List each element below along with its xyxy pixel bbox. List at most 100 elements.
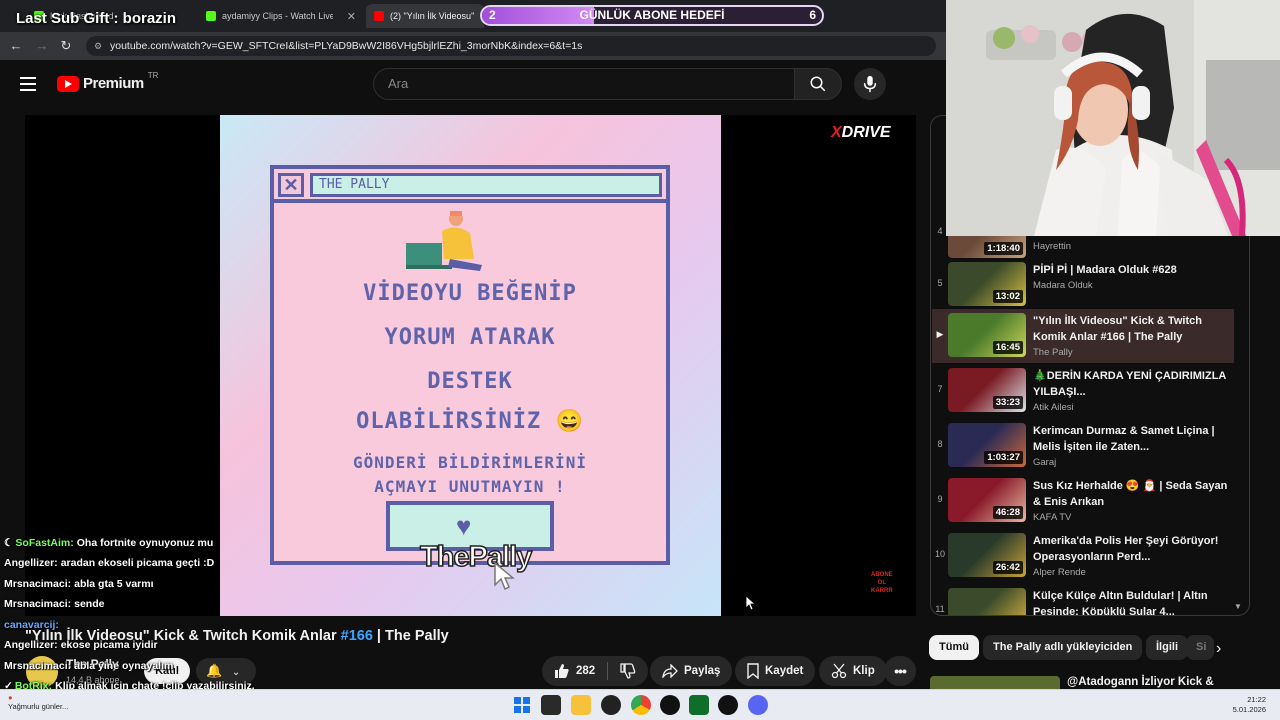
video-line: OLABİLİRSİNİZ 😄 xyxy=(356,409,584,434)
tab-label: aydamiyy Clips - Watch Live on Kick xyxy=(222,11,333,21)
chat-badge-icon: ☾ xyxy=(4,537,14,549)
like-button[interactable]: 282 xyxy=(542,656,649,686)
app-icon[interactable] xyxy=(660,695,680,715)
playlist-item-title[interactable]: Kerimcan Durmaz & Samet Liçina | Melis İ… xyxy=(1033,423,1228,455)
url-field[interactable]: ⚙ youtube.com/watch?v=GEW_SFTCreI&list=P… xyxy=(86,36,936,56)
reload-icon[interactable]: ↻ xyxy=(58,38,74,54)
video-thumbnail[interactable]: 16:45 xyxy=(948,313,1026,357)
address-bar-row: ← → ↻ ⚙ youtube.com/watch?v=GEW_SFTCreI&… xyxy=(0,32,946,60)
playlist-item-channel[interactable]: Madara Olduk xyxy=(1033,280,1093,291)
youtube-logo[interactable]: Premium TR xyxy=(57,71,158,92)
chat-username[interactable]: Mrsnacimaci: xyxy=(4,598,71,610)
scroll-down-icon[interactable]: ▼ xyxy=(1234,602,1242,611)
playlist-item-channel[interactable]: The Pally xyxy=(1033,347,1073,358)
chevron-right-icon[interactable]: › xyxy=(1216,640,1221,658)
playlist-item-title[interactable]: Amerika'da Polis Her Şeyi Görüyor! Opera… xyxy=(1033,533,1228,565)
duration-badge: 16:45 xyxy=(992,341,1023,354)
obs-icon[interactable] xyxy=(601,695,621,715)
video-hashtag[interactable]: #166 xyxy=(341,628,373,644)
chip-from-uploader[interactable]: The Pally adlı yükleyiciden xyxy=(983,635,1143,660)
url-text: youtube.com/watch?v=GEW_SFTCreI&list=PLY… xyxy=(110,40,583,52)
video-thumbnail[interactable]: 46:28 xyxy=(948,478,1026,522)
video-line: AÇMAYI UNUTMAYIN ! xyxy=(374,477,566,496)
playlist-item[interactable]: 10 26:42 Amerika'da Polis Her Şeyi Görüyor… xyxy=(932,529,1234,583)
chip-related[interactable]: İlgili xyxy=(1146,635,1188,660)
clip-button[interactable]: Klip xyxy=(819,656,887,686)
playlist-item[interactable]: ▶ 16:45 "Yılın İlk Videosu" Kick & Twitch … xyxy=(932,309,1234,363)
playlist-item-title[interactable]: "Yılın İlk Videosu" Kick & Twitch Komik … xyxy=(1033,313,1228,345)
scissors-icon xyxy=(831,663,847,679)
next-video-title[interactable]: @Atadogann İzliyor Kick & xyxy=(1067,676,1214,688)
chip-partial[interactable]: Si xyxy=(1186,635,1214,660)
tab-kick-clips[interactable]: aydamiyy Clips - Watch Live on Kick ✕ xyxy=(198,4,364,28)
last-sub-gift-overlay: Last Sub Gift : borazin xyxy=(16,10,176,27)
search-button[interactable] xyxy=(794,68,842,100)
playlist-item[interactable]: 5 13:02 PİPİ Pİ | Madara Olduk #628 Madara … xyxy=(932,258,1234,312)
thumbs-down-icon[interactable] xyxy=(620,663,636,679)
search-input[interactable]: Ara xyxy=(373,68,795,100)
kick-app-icon[interactable] xyxy=(689,695,709,715)
forward-icon[interactable]: → xyxy=(34,38,50,54)
app-icon[interactable] xyxy=(718,695,738,715)
share-button[interactable]: Paylaş xyxy=(650,656,733,686)
playlist-item-title[interactable]: PİPİ Pİ | Madara Olduk #628 xyxy=(1033,262,1228,278)
video-thumbnail[interactable]: 26:42 xyxy=(948,533,1026,577)
chat-username[interactable]: canavarcij: xyxy=(4,619,59,631)
playlist-item-channel[interactable]: KAFA TV xyxy=(1033,512,1071,523)
playlist-index: 11 xyxy=(935,604,945,614)
windows-taskbar: ● Yağmurlu günler... 21:22 5.01.2026 xyxy=(0,689,1280,720)
youtube-icon xyxy=(374,11,384,21)
file-explorer-icon[interactable] xyxy=(571,695,591,715)
video-thumbnail[interactable]: 13:02 xyxy=(948,262,1026,306)
share-label: Paylaş xyxy=(684,665,721,677)
save-button[interactable]: Kaydet xyxy=(735,656,816,686)
tab-youtube[interactable]: (2) "Yılın İlk Videosu" Kick xyxy=(366,4,484,28)
clip-label: Klip xyxy=(853,665,875,677)
playlist-item[interactable]: 11 Külçe Külçe Altın Buldular! | Altın Pe… xyxy=(932,584,1234,616)
playlist-item[interactable]: 9 46:28 Sus Kız Herhalde 😍 🎅 | Seda Sayan … xyxy=(932,474,1234,528)
video-thumbnail[interactable]: 33:23 xyxy=(948,368,1026,412)
playlist-item[interactable]: 8 1:03:27 Kerimcan Durmaz & Samet Liçina |… xyxy=(932,419,1234,473)
more-actions-button[interactable]: ••• xyxy=(884,656,916,686)
windows-start-icon[interactable] xyxy=(512,695,532,715)
pixel-window-title: THE PALLY xyxy=(310,173,662,197)
task-view-icon[interactable] xyxy=(541,695,561,715)
menu-icon[interactable] xyxy=(20,77,36,91)
share-icon xyxy=(662,664,678,678)
video-thumbnail[interactable]: 1:03:27 xyxy=(948,423,1026,467)
chat-text: abla gta 5 varmı xyxy=(74,578,154,590)
video-frame: ✕ THE PALLY VİDEOYU BEĞENİP YORUM ATARAK… xyxy=(220,115,721,616)
playlist-item-channel[interactable]: Hayrettin xyxy=(1033,241,1071,252)
playlist-item-channel[interactable]: Garaj xyxy=(1033,457,1056,468)
back-icon[interactable]: ← xyxy=(8,38,24,54)
chat-username[interactable]: Mrsnacimaci: xyxy=(4,660,71,672)
chat-username[interactable]: Mrsnacimaci: xyxy=(4,578,71,590)
close-icon: ✕ xyxy=(278,173,304,197)
playlist-item-channel[interactable]: Alper Rende xyxy=(1033,567,1086,578)
chat-username[interactable]: Angellizer: xyxy=(4,639,58,651)
playlist-item-title[interactable]: 🎄DERİN KARDA YENİ ÇADIRIMIZLA YILBAŞI... xyxy=(1033,368,1228,400)
screen: Kick Dashboard aydamiyy Clips - Watch Li… xyxy=(0,0,1280,720)
video-thumbnail[interactable] xyxy=(948,588,1026,616)
playlist-item[interactable]: 7 33:23 🎄DERİN KARDA YENİ ÇADIRIMIZLA YILB… xyxy=(932,364,1234,418)
chip-all[interactable]: Tümü xyxy=(929,635,979,660)
site-info-icon[interactable]: ⚙ xyxy=(94,36,102,56)
video-line: VİDEOYU BEĞENİP xyxy=(363,281,577,306)
pixel-window: ✕ THE PALLY VİDEOYU BEĞENİP YORUM ATARAK… xyxy=(270,165,670,565)
voice-search-button[interactable] xyxy=(854,68,886,100)
save-label: Kaydet xyxy=(765,665,804,677)
microphone-icon xyxy=(863,75,877,93)
playlist-item-channel[interactable]: Atik Ailesi xyxy=(1033,402,1074,413)
next-video-thumbnail[interactable] xyxy=(930,676,1060,690)
discord-icon[interactable] xyxy=(748,695,768,715)
clock-time: 21:22 xyxy=(1247,695,1266,704)
playlist-item-title[interactable]: Sus Kız Herhalde 😍 🎅 | Seda Sayan & Enis… xyxy=(1033,478,1228,510)
chat-username[interactable]: Angellizer: xyxy=(4,557,58,569)
system-clock[interactable]: 21:22 5.01.2026 xyxy=(1233,695,1266,715)
weather-widget[interactable]: ● Yağmurlu günler... xyxy=(8,693,68,711)
playlist-item-title[interactable]: Külçe Külçe Altın Buldular! | Altın Peşi… xyxy=(1033,588,1228,616)
chrome-icon[interactable] xyxy=(631,695,651,715)
close-icon[interactable]: ✕ xyxy=(347,10,356,23)
chat-username[interactable]: SoFastAim: xyxy=(15,537,73,549)
chat-text: Oha fortnite oynuyonuz mu xyxy=(76,537,214,549)
